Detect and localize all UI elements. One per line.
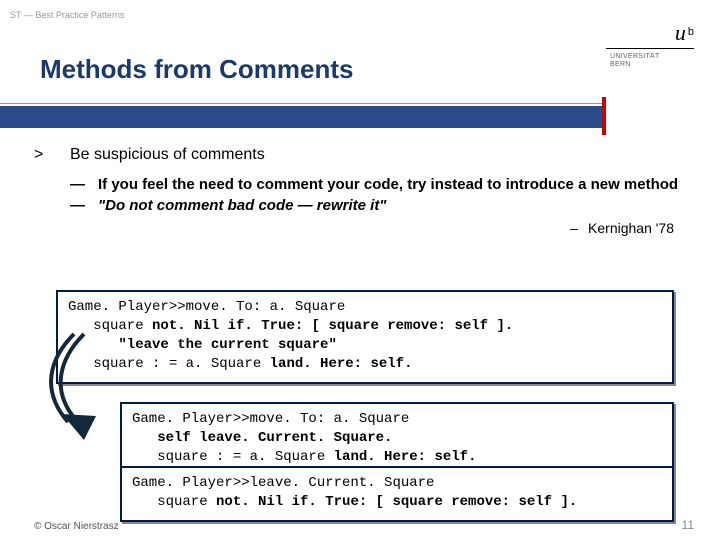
code-line: square : = a. Square [132, 449, 334, 465]
bullet-text: Be suspicious of comments [70, 146, 694, 164]
code-bold: self leave. Current. Square. [157, 430, 392, 446]
logo-u-char: u [675, 20, 686, 46]
logo-underline [606, 48, 694, 49]
attrib-text: Kernighan '78 [588, 220, 674, 236]
university-logo: u b UNIVERSITÄT BERN [606, 20, 694, 68]
code-line: Game. Player>>move. To: a. Square [68, 299, 345, 315]
footer-page: 11 [682, 518, 694, 532]
attribution: –Kernighan '78 [34, 220, 674, 236]
sub-mark: — [70, 197, 98, 216]
bullet-mark: > [34, 146, 70, 164]
code-bold: not. Nil if. True: [ square remove: self… [216, 494, 577, 510]
code-bold: land. Here: self. [270, 356, 413, 372]
code-bold: not. Nil if. True: [ square remove: self… [152, 318, 513, 334]
title-thinline [0, 103, 606, 104]
bullet-main: > Be suspicious of comments [34, 146, 694, 164]
arrow-icon [38, 332, 124, 442]
code-line: Game. Player>>leave. Current. Square [132, 475, 434, 491]
logo-redbar [602, 97, 606, 135]
sub-bullet-1: — If you feel the need to comment your c… [70, 176, 694, 195]
slide-title: Methods from Comments [40, 54, 353, 85]
code-line: square [132, 494, 216, 510]
code-line: Game. Player>>move. To: a. Square [132, 411, 409, 427]
logo-b-char: b [688, 26, 694, 38]
code-line [132, 430, 157, 446]
sub-text: If you feel the need to comment your cod… [98, 176, 694, 195]
sub-text-italic: "Do not comment bad code — rewrite it" [98, 197, 694, 216]
sub-mark: — [70, 176, 98, 195]
logo-line1: UNIVERSITÄT [606, 53, 694, 61]
title-underline [0, 106, 606, 128]
sub-bullet-2: — "Do not comment bad code — rewrite it" [70, 197, 694, 216]
code-block-3: Game. Player>>leave. Current. Square squ… [120, 466, 674, 522]
code-bold: land. Here: self. [334, 449, 477, 465]
logo-line2: BERN [606, 61, 694, 68]
code-block-1: Game. Player>>move. To: a. Square square… [56, 290, 674, 384]
footer-copyright: © Oscar Nierstrasz [34, 521, 119, 532]
content-area: > Be suspicious of comments — If you fee… [34, 146, 694, 236]
header-label: ST — Best Practice Patterns [10, 10, 124, 20]
attrib-dash: – [570, 220, 578, 236]
